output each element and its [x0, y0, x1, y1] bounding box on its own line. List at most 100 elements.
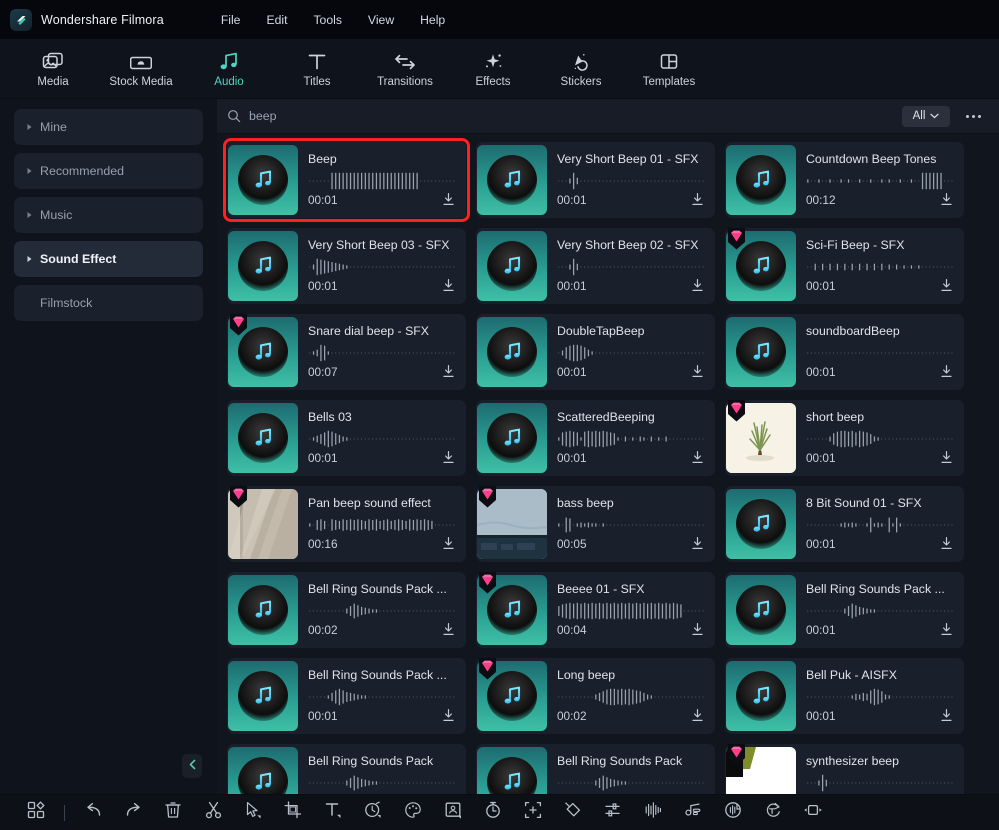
- sound-effect-card[interactable]: Bell Ring Sounds Pack: [227, 744, 466, 794]
- sound-effect-card[interactable]: Countdown Beep Tones 00:12: [725, 142, 964, 218]
- more-options-icon[interactable]: [962, 111, 985, 122]
- download-icon[interactable]: [690, 192, 705, 207]
- menu-item-tools[interactable]: Tools: [300, 9, 354, 31]
- ribbon-tab-titles[interactable]: Titles: [286, 50, 348, 88]
- sound-effect-card[interactable]: Very Short Beep 02 - SFX 00:01: [476, 228, 715, 304]
- sound-effect-card[interactable]: Long beep 00:02: [476, 658, 715, 734]
- toolbar-button-add-marker[interactable]: [513, 799, 553, 827]
- sidebar-item-label: Sound Effect: [40, 252, 117, 266]
- toolbar-button-audio-waveform[interactable]: [633, 799, 673, 827]
- filter-dropdown[interactable]: All: [902, 105, 950, 127]
- ribbon-tab-stickers[interactable]: Stickers: [550, 50, 612, 88]
- title-bar: Wondershare Filmora File Edit Tools View Hel…: [0, 0, 999, 39]
- sidebar-collapse-button[interactable]: [182, 754, 202, 778]
- sound-effect-card[interactable]: 8 Bit Sound 01 - SFX 00:01: [725, 486, 964, 562]
- toolbar-button-mask[interactable]: [553, 799, 593, 827]
- toolbar-button-text-rotate[interactable]: [753, 799, 793, 827]
- download-icon[interactable]: [690, 364, 705, 379]
- sound-effect-card[interactable]: Bell Ring Sounds Pack ... 00:02: [227, 572, 466, 648]
- toolbar-button-crop[interactable]: [273, 799, 313, 827]
- sound-effect-card[interactable]: Bell Ring Sounds Pack ... 00:01: [227, 658, 466, 734]
- download-icon[interactable]: [939, 708, 954, 723]
- download-icon[interactable]: [939, 364, 954, 379]
- sound-effect-card[interactable]: synthesizer beep: [725, 744, 964, 794]
- card-title: bass beep: [557, 496, 614, 510]
- toolbar-button-redo[interactable]: [113, 799, 153, 827]
- ribbon-tab-effects[interactable]: Effects: [462, 50, 524, 88]
- toolbar-button-picture-in-picture[interactable]: [433, 799, 473, 827]
- toolbar-button-apps-grid[interactable]: [16, 799, 56, 827]
- toolbar-button-keyframe[interactable]: [673, 799, 713, 827]
- card-thumbnail: [228, 575, 298, 645]
- ribbon-tab-audio[interactable]: Audio: [198, 50, 260, 88]
- sound-effect-card[interactable]: Snare dial beep - SFX 00:07: [227, 314, 466, 390]
- sidebar-item-sound-effect[interactable]: Sound Effect: [14, 241, 203, 277]
- ribbon-tab-stock-media[interactable]: Stock Media: [109, 50, 173, 88]
- download-icon[interactable]: [939, 278, 954, 293]
- sound-effect-card[interactable]: Bell Ring Sounds Pack ... 00:01: [725, 572, 964, 648]
- sound-effect-card[interactable]: bass beep 00:05: [476, 486, 715, 562]
- download-icon[interactable]: [939, 450, 954, 465]
- card-duration: 00:01: [308, 708, 338, 723]
- toolbar-button-auto-reframe[interactable]: [713, 799, 753, 827]
- sound-effect-card[interactable]: Very Short Beep 03 - SFX 00:01: [227, 228, 466, 304]
- menu-item-file[interactable]: File: [208, 9, 254, 31]
- download-icon[interactable]: [690, 536, 705, 551]
- toolbar-button-split-screen[interactable]: [793, 799, 833, 827]
- delete-icon: [165, 801, 181, 824]
- ribbon-tab-media[interactable]: Media: [22, 50, 84, 88]
- sound-effect-card[interactable]: ScatteredBeeping 00:01: [476, 400, 715, 476]
- sidebar-item-mine[interactable]: Mine: [14, 109, 203, 145]
- toolbar-button-color-palette[interactable]: [393, 799, 433, 827]
- sound-effect-card[interactable]: DoubleTapBeep 00:01: [476, 314, 715, 390]
- toolbar-button-timer[interactable]: [473, 799, 513, 827]
- download-icon[interactable]: [939, 192, 954, 207]
- sound-effect-card[interactable]: Beeee 01 - SFX 00:04: [476, 572, 715, 648]
- sound-effect-card[interactable]: Bell Puk - AISFX 00:01: [725, 658, 964, 734]
- download-icon[interactable]: [690, 278, 705, 293]
- download-icon[interactable]: [690, 450, 705, 465]
- download-icon[interactable]: [441, 622, 456, 637]
- ribbon-tab-label: Stickers: [560, 75, 602, 88]
- ribbon-tab-templates[interactable]: Templates: [638, 50, 700, 88]
- sidebar-item-music[interactable]: Music: [14, 197, 203, 233]
- toolbar-button-delete[interactable]: [153, 799, 193, 827]
- content-panel: All Beep 00:01: [217, 99, 999, 794]
- download-icon[interactable]: [939, 536, 954, 551]
- toolbar-button-text-tool[interactable]: [313, 799, 353, 827]
- download-icon[interactable]: [441, 708, 456, 723]
- toolbar-button-cut-scissors[interactable]: [193, 799, 233, 827]
- download-icon[interactable]: [690, 622, 705, 637]
- sound-effect-card[interactable]: Very Short Beep 01 - SFX 00:01: [476, 142, 715, 218]
- sound-effect-card[interactable]: Pan beep sound effect 00:16: [227, 486, 466, 562]
- download-icon[interactable]: [441, 278, 456, 293]
- card-thumbnail: [477, 317, 547, 387]
- toolbar-button-speed[interactable]: [353, 799, 393, 827]
- download-icon[interactable]: [939, 622, 954, 637]
- results-scroll-area[interactable]: Beep 00:01 Very Short Beep 01 - SFX 00:01: [217, 134, 999, 794]
- toolbar-button-adjust-sliders[interactable]: [593, 799, 633, 827]
- sound-effect-card[interactable]: Bells 03 00:01: [227, 400, 466, 476]
- sound-effect-card[interactable]: Sci-Fi Beep - SFX 00:01: [725, 228, 964, 304]
- expand-triangle-icon: [26, 255, 40, 263]
- download-icon[interactable]: [690, 708, 705, 723]
- vinyl-record-icon: [736, 327, 786, 377]
- sound-effect-card[interactable]: Beep 00:01: [223, 138, 470, 222]
- menu-item-edit[interactable]: Edit: [253, 9, 300, 31]
- download-icon[interactable]: [441, 364, 456, 379]
- ribbon-tab-transitions[interactable]: Transitions: [374, 50, 436, 88]
- sound-effect-card[interactable]: Bell Ring Sounds Pack: [476, 744, 715, 794]
- download-icon[interactable]: [441, 450, 456, 465]
- transitions-icon: [393, 50, 417, 72]
- search-input[interactable]: [249, 109, 902, 123]
- menu-item-view[interactable]: View: [355, 9, 407, 31]
- sidebar-item-recommended[interactable]: Recommended: [14, 153, 203, 189]
- sidebar-item-filmstock[interactable]: Filmstock: [14, 285, 203, 321]
- menu-item-help[interactable]: Help: [407, 9, 458, 31]
- download-icon[interactable]: [441, 536, 456, 551]
- download-icon[interactable]: [441, 192, 456, 207]
- toolbar-button-undo[interactable]: [73, 799, 113, 827]
- toolbar-button-cursor-select[interactable]: [233, 799, 273, 827]
- sound-effect-card[interactable]: short beep 00:01: [725, 400, 964, 476]
- sound-effect-card[interactable]: soundboardBeep 00:01: [725, 314, 964, 390]
